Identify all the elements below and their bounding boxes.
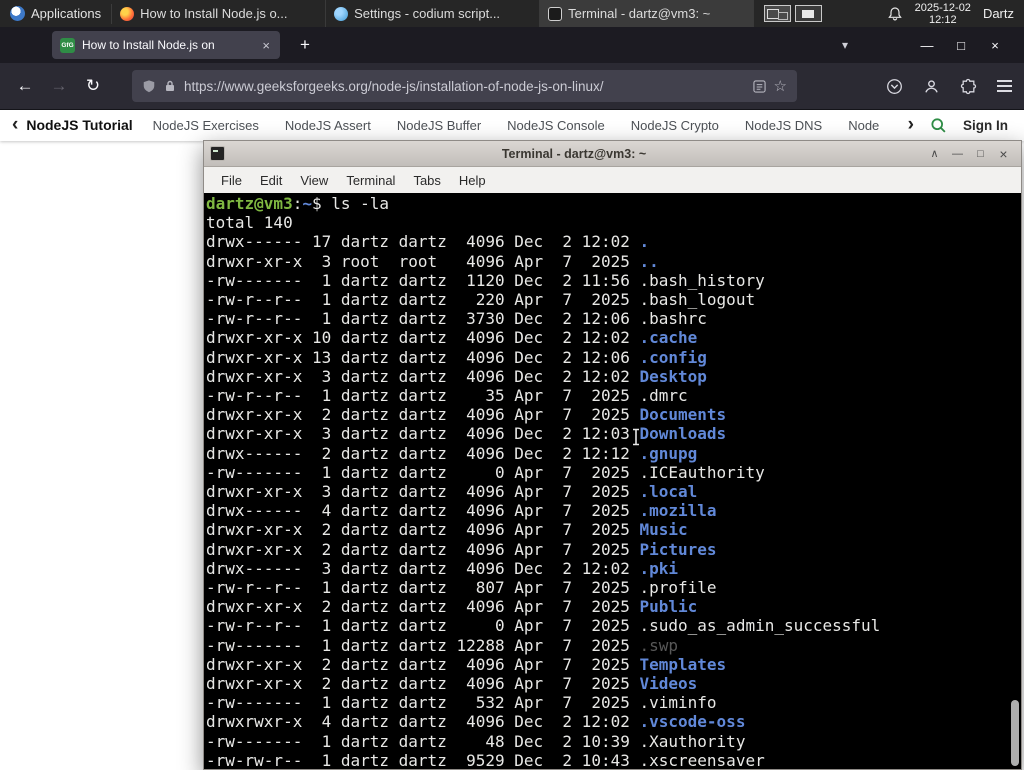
nav-item[interactable]: NodeJS Exercises <box>153 118 259 133</box>
terminal-window-buttons: ∧ — □ × <box>923 146 1015 162</box>
workspace-switcher[interactable] <box>764 5 823 22</box>
notification-bell-icon[interactable] <box>887 6 903 22</box>
top-panel: Applications How to Install Node.js o...… <box>0 0 1024 27</box>
applications-menu-button[interactable]: Applications <box>0 0 111 27</box>
task-title: Terminal - dartz@vm3: ~ <box>568 6 711 21</box>
search-icon[interactable] <box>930 117 947 134</box>
nav-next-chevron-icon[interactable]: › <box>908 114 914 136</box>
nav-active-item[interactable]: NodeJS Tutorial <box>26 117 132 133</box>
nav-item[interactable]: NodeJS Assert <box>285 118 371 133</box>
menu-help[interactable]: Help <box>450 173 495 188</box>
taskbar-button-browser[interactable]: How to Install Node.js o... <box>112 0 327 27</box>
tab-title: How to Install Node.js on <box>82 38 254 52</box>
forward-button[interactable]: → <box>42 70 76 102</box>
terminal-menubar: File Edit View Terminal Tabs Help <box>204 167 1021 194</box>
extensions-puzzle-icon[interactable] <box>960 78 977 95</box>
workspace-2[interactable] <box>795 5 823 22</box>
nav-item[interactable]: Node <box>848 118 879 133</box>
reader-view-icon[interactable] <box>752 79 766 93</box>
account-icon[interactable] <box>923 78 940 95</box>
terminal-minimize-button[interactable]: — <box>946 148 969 160</box>
task-title: Settings - codium script... <box>354 6 501 21</box>
workspace-window-outline <box>778 12 789 20</box>
mouse-cursor-ibeam <box>630 427 642 451</box>
workspace-1[interactable] <box>764 5 792 22</box>
taskbar-button-settings[interactable]: Settings - codium script... <box>326 0 541 27</box>
workspace-window-outline <box>802 10 815 18</box>
clock-date: 2025-12-02 <box>914 1 971 14</box>
menu-edit[interactable]: Edit <box>251 173 291 188</box>
panel-tray: 2025-12-02 12:12 Dartz <box>887 0 1024 27</box>
terminal-window-icon <box>210 146 225 161</box>
terminal-scrollbar-thumb[interactable] <box>1011 700 1019 766</box>
url-text: https://www.geeksforgeeks.org/node-js/in… <box>184 78 604 94</box>
terminal-shade-button[interactable]: ∧ <box>923 147 946 160</box>
gfg-favicon: GfG <box>60 37 75 53</box>
terminal-titlebar[interactable]: Terminal - dartz@vm3: ~ ∧ — □ × <box>204 141 1021 167</box>
terminal-icon <box>548 6 563 21</box>
user-menu[interactable]: Dartz <box>983 6 1014 21</box>
url-bar[interactable]: https://www.geeksforgeeks.org/node-js/in… <box>132 70 797 102</box>
new-tab-button[interactable]: + <box>294 33 316 57</box>
terminal-output: dartz@vm3:~$ ls -la total 140 drwx------… <box>206 194 881 769</box>
reload-button[interactable]: ↻ <box>76 70 110 102</box>
lock-icon[interactable] <box>164 79 176 93</box>
browser-toolbar: ← → ↻ https://www.geeksforgeeks.org/node… <box>0 63 1024 110</box>
menu-terminal[interactable]: Terminal <box>337 173 404 188</box>
clock-time: 12:12 <box>929 13 957 26</box>
nav-right-controls: › Sign In <box>904 114 1024 136</box>
window-close-button[interactable]: × <box>978 38 1012 53</box>
browser-tab-bar: GfG How to Install Node.js on × + ▾ — □ … <box>0 27 1024 63</box>
firefox-icon <box>120 6 135 21</box>
nav-items: NodeJS Exercises NodeJS Assert NodeJS Bu… <box>153 118 904 133</box>
task-title: How to Install Node.js o... <box>140 6 288 21</box>
menu-view[interactable]: View <box>291 173 337 188</box>
tab-overflow-chevron-icon[interactable]: ▾ <box>842 38 848 52</box>
terminal-window: Terminal - dartz@vm3: ~ ∧ — □ × File Edi… <box>203 140 1022 770</box>
bookmark-star-icon[interactable]: ☆ <box>774 77 787 95</box>
back-button[interactable]: ← <box>8 70 42 102</box>
browser-tab[interactable]: GfG How to Install Node.js on × <box>52 31 280 59</box>
nav-prev-chevron-icon[interactable]: ‹ <box>0 114 26 136</box>
hamburger-menu-icon[interactable] <box>997 80 1012 92</box>
terminal-maximize-button[interactable]: □ <box>969 148 992 160</box>
tracking-shield-icon[interactable] <box>142 79 156 94</box>
taskbar-button-terminal[interactable]: Terminal - dartz@vm3: ~ <box>540 0 755 27</box>
terminal-window-title: Terminal - dartz@vm3: ~ <box>501 146 647 161</box>
gfg-subnav: ‹ NodeJS Tutorial NodeJS Exercises NodeJ… <box>0 109 1024 141</box>
applications-icon <box>10 6 25 21</box>
window-maximize-button[interactable]: □ <box>944 38 978 53</box>
panel-clock[interactable]: 2025-12-02 12:12 <box>915 2 971 26</box>
menu-tabs[interactable]: Tabs <box>404 173 449 188</box>
sign-in-button[interactable]: Sign In <box>963 118 1008 133</box>
codium-icon <box>334 6 349 21</box>
toolbar-right-icons <box>886 78 1012 95</box>
nav-item[interactable]: NodeJS DNS <box>745 118 822 133</box>
terminal-screen[interactable]: dartz@vm3:~$ ls -la total 140 drwx------… <box>204 193 1021 769</box>
nav-item[interactable]: NodeJS Console <box>507 118 605 133</box>
menu-file[interactable]: File <box>212 173 251 188</box>
tabbar-right-controls: ▾ — □ × <box>842 38 1024 53</box>
terminal-close-button[interactable]: × <box>992 146 1015 162</box>
applications-label: Applications <box>31 6 102 21</box>
window-minimize-button[interactable]: — <box>910 38 944 53</box>
nav-item[interactable]: NodeJS Crypto <box>631 118 719 133</box>
tab-close-button[interactable]: × <box>260 38 272 53</box>
nav-item[interactable]: NodeJS Buffer <box>397 118 481 133</box>
pocket-icon[interactable] <box>886 78 903 95</box>
